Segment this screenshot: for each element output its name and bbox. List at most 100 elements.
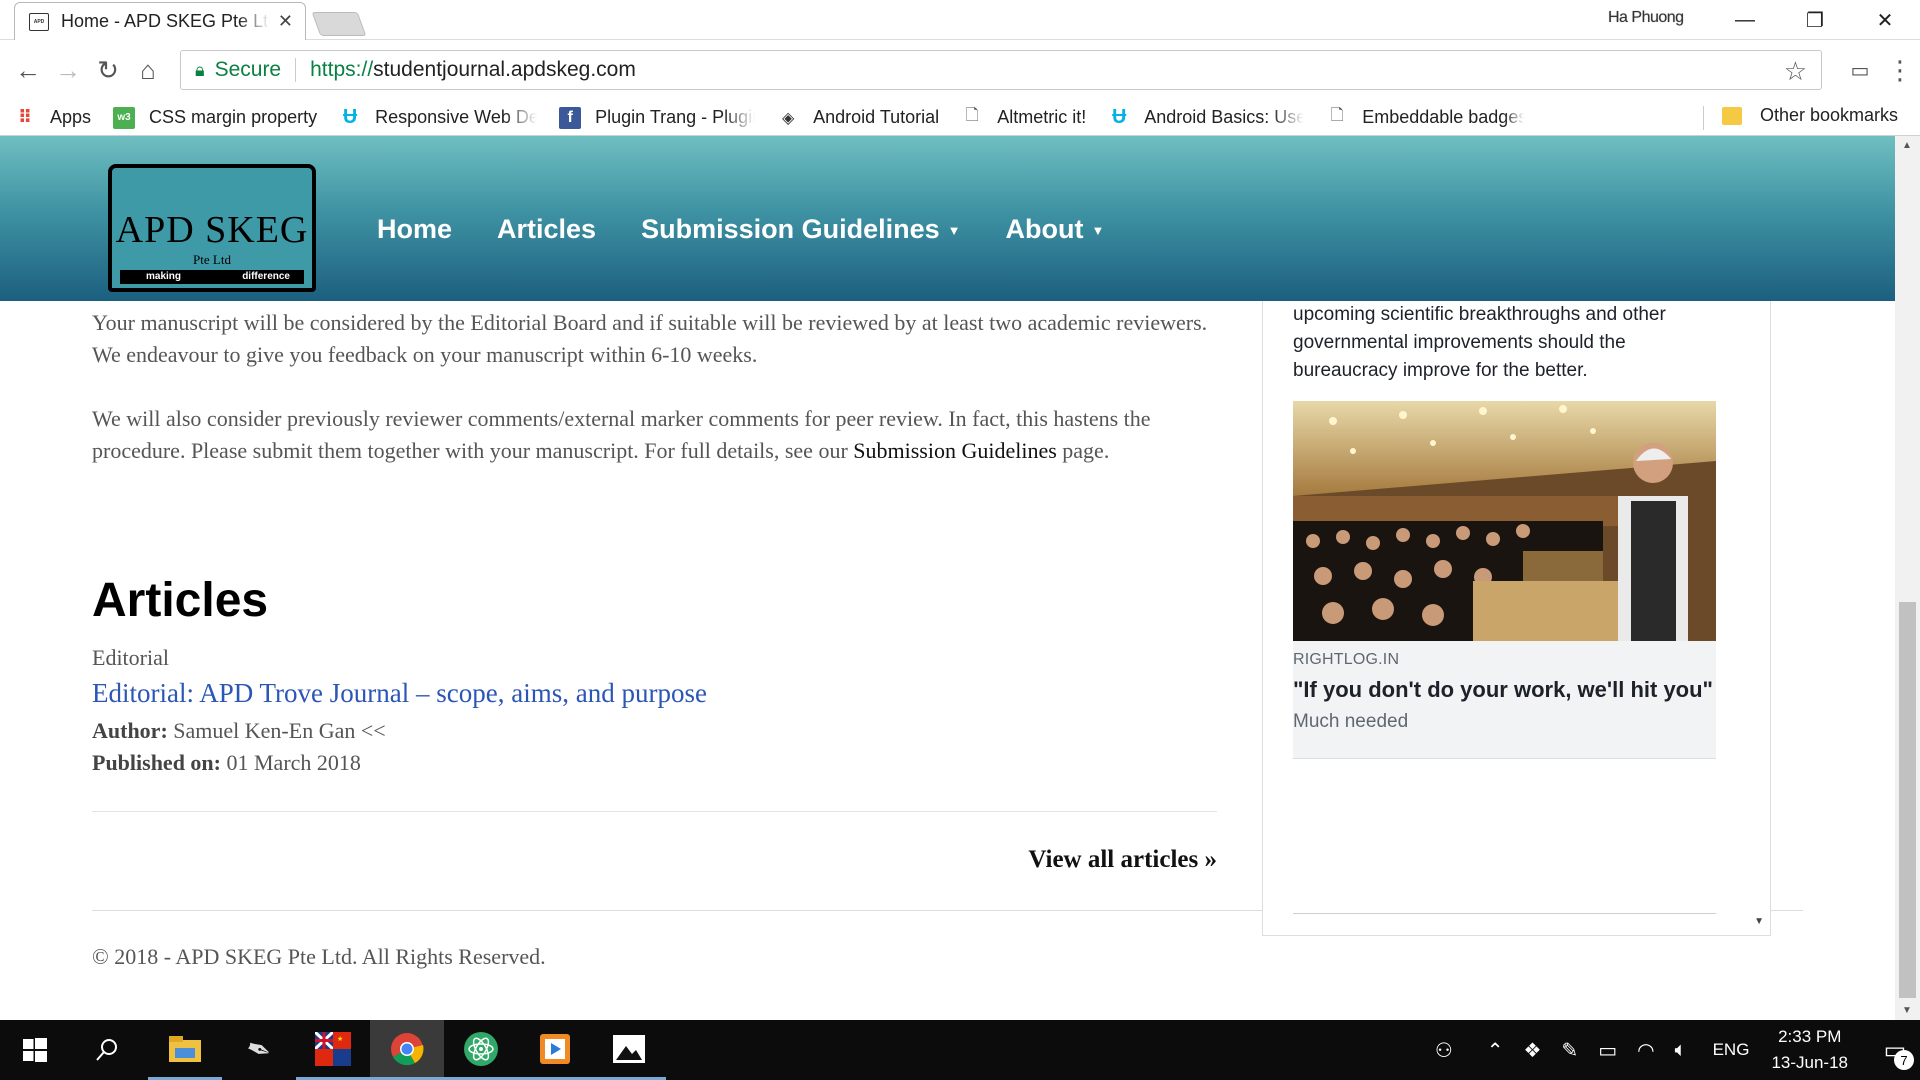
bookmark-android-basics[interactable]: Ʉ Android Basics: User — [1108, 106, 1305, 129]
nav-about[interactable]: About ▼ — [1006, 214, 1105, 245]
link-preview[interactable]: RIGHTLOG.IN "If you don't do your work, … — [1293, 641, 1716, 759]
volume-icon[interactable]: 🔈︎ — [1675, 1039, 1687, 1062]
scrollbar-thumb[interactable] — [1899, 602, 1916, 998]
new-tab-button[interactable] — [311, 12, 367, 36]
battery-icon[interactable]: ▭ — [1598, 1038, 1617, 1063]
taskbar-chrome[interactable] — [370, 1020, 444, 1080]
taskbar-pen-app[interactable]: ✒ — [222, 1020, 296, 1080]
people-icon[interactable]: ⚇ — [1435, 1038, 1453, 1063]
taskbar-photos[interactable] — [592, 1020, 666, 1080]
media-player-icon — [540, 1033, 570, 1064]
url-scheme: https:// — [310, 58, 374, 81]
chevron-up-icon[interactable]: ⌃ — [1487, 1038, 1504, 1063]
nav-articles[interactable]: Articles — [497, 214, 596, 245]
bookmark-label: Plugin Trang - Plugin — [595, 107, 756, 127]
nav-submission-label: Submission Guidelines — [641, 214, 940, 244]
back-icon[interactable]: ← — [8, 50, 48, 90]
svg-text:★: ★ — [337, 1035, 343, 1043]
browser-tab[interactable]: APD Home - APD SKEG Pte Ltd ✕ — [14, 2, 306, 40]
restore-icon[interactable]: ❐ — [1780, 0, 1850, 40]
submission-guidelines-link[interactable]: Submission Guidelines — [853, 438, 1057, 463]
page-icon: 🗋︎ — [965, 107, 979, 124]
article-author: Author: Samuel Ken-En Gan << — [92, 718, 386, 744]
bookmark-embeddable-badges[interactable]: 🗋︎ Embeddable badges — [1326, 107, 1524, 129]
page-icon: 🗋︎ — [1330, 107, 1344, 124]
pen-icon: ✒ — [241, 1030, 277, 1070]
search-button[interactable] — [70, 1020, 144, 1080]
forward-icon[interactable]: → — [48, 50, 88, 90]
published-label: Published on: — [92, 750, 221, 775]
system-tray: ⚇ ⌃ ❖ ✎ ▭ ◠ 🔈︎ ENG 2:33 PM 13-Jun-18 ▭ 7 — [1425, 1020, 1920, 1080]
bookmark-star-icon[interactable]: ☆ — [1784, 56, 1807, 87]
taskbar-atom[interactable] — [444, 1020, 518, 1080]
review-paragraph: Your manuscript will be considered by th… — [92, 310, 1208, 367]
taskbar-media-player[interactable] — [518, 1020, 592, 1080]
social-feed-widget[interactable]: upcoming scientific breakthroughs and ot… — [1262, 301, 1771, 936]
page-scrollbar[interactable]: ▲ ▼ — [1895, 136, 1920, 1020]
site-nav: Home Articles Submission Guidelines ▼ Abo… — [377, 214, 1149, 245]
published-value: 01 March 2018 — [226, 750, 361, 775]
reload-icon[interactable]: ↻ — [88, 50, 128, 90]
photos-icon — [613, 1034, 645, 1063]
close-window-icon[interactable]: ✕ — [1850, 0, 1920, 40]
folder-icon — [169, 1035, 201, 1062]
menu-dots-icon[interactable]: ⋮ — [1880, 50, 1920, 90]
scroll-up-icon[interactable]: ▲ — [1902, 140, 1912, 151]
home-icon[interactable]: ⌂ — [128, 50, 168, 90]
articles-heading: Articles — [92, 574, 269, 627]
site-logo[interactable]: APD SKEG Pte Ltd making difference — [108, 164, 316, 292]
start-button[interactable] — [0, 1020, 70, 1080]
bookmark-responsive-web[interactable]: Ʉ Responsive Web Design — [339, 106, 537, 129]
action-center-button[interactable]: ▭ 7 — [1870, 1020, 1920, 1080]
scroll-down-icon[interactable]: ▼ — [1902, 1005, 1912, 1016]
windows-taskbar: ✒ ★ ⚇ ⌃ ❖ ✎ ▭ ◠ 🔈︎ ENG 2:33 PM 13-Jun-18… — [0, 1020, 1920, 1080]
search-icon — [96, 1039, 117, 1061]
widget-divider — [1293, 913, 1716, 914]
logo-name: APD SKEG — [115, 209, 309, 251]
peer-review-paragraph: We will also consider previously reviewe… — [92, 403, 1217, 467]
taskbar-language-app[interactable]: ★ — [296, 1020, 370, 1080]
folder-icon — [1721, 106, 1742, 125]
minimize-icon[interactable]: — — [1710, 0, 1780, 40]
notification-count: 7 — [1894, 1050, 1914, 1070]
bookmark-label: Altmetric it! — [997, 107, 1087, 127]
bookmark-android-tutorial[interactable]: ◈ Android Tutorial — [777, 107, 939, 129]
pen-tray-icon[interactable]: ✎ — [1561, 1038, 1578, 1063]
bookmarks-bar: ⠿ Apps w3 CSS margin property Ʉ Responsi… — [0, 100, 1920, 136]
site-favicon-icon: APD — [29, 12, 49, 31]
widget-scroll-down-icon[interactable]: ▼ — [1754, 916, 1764, 927]
taskbar-file-explorer[interactable] — [148, 1020, 222, 1080]
bookmark-plugin-trang[interactable]: f Plugin Trang - Plugin — [559, 106, 756, 129]
view-all-articles-link[interactable]: View all articles » — [1028, 846, 1217, 874]
bookmark-css-margin[interactable]: w3 CSS margin property — [113, 106, 317, 129]
nav-home[interactable]: Home — [377, 214, 452, 245]
input-language[interactable]: ENG — [1713, 1040, 1750, 1060]
nav-submission-guidelines[interactable]: Submission Guidelines ▼ — [641, 214, 960, 245]
caret-down-icon: ▼ — [1091, 223, 1105, 239]
bookmark-label: Apps — [50, 107, 92, 127]
url-text[interactable]: https://studentjournal.apdskeg.com — [310, 58, 636, 82]
bookmark-altmetric[interactable]: 🗋︎ Altmetric it! — [961, 107, 1086, 129]
profile-name[interactable]: Ha Phuong — [1608, 9, 1684, 27]
address-bar[interactable]: 🔒︎ Secure https://studentjournal.apdskeg… — [180, 50, 1822, 90]
wifi-icon[interactable]: ◠ — [1637, 1038, 1654, 1063]
bookmark-apps[interactable]: ⠿ Apps — [14, 107, 91, 129]
other-bookmarks-label: Other bookmarks — [1759, 105, 1898, 125]
tab-title: Home - APD SKEG Pte Ltd — [61, 11, 270, 31]
url-host: studentjournal.apdskeg.com — [373, 58, 636, 81]
link-description: Much needed — [1293, 711, 1409, 732]
post-image[interactable] — [1293, 401, 1716, 641]
link-source: RIGHTLOG.IN — [1293, 651, 1400, 668]
post-text: upcoming scientific breakthroughs and ot… — [1293, 304, 1666, 381]
other-bookmarks[interactable]: Other bookmarks — [1721, 105, 1898, 126]
article-title-link[interactable]: Editorial: APD Trove Journal – scope, ai… — [92, 678, 707, 709]
clock[interactable]: 2:33 PM 13-Jun-18 — [1771, 1024, 1848, 1076]
dropbox-icon[interactable]: ❖ — [1524, 1038, 1542, 1063]
close-tab-icon[interactable]: ✕ — [278, 11, 293, 32]
logo-tagline: making difference — [120, 270, 304, 284]
bookmark-label: Android Basics: User — [1144, 107, 1305, 127]
footer-copyright: © 2018 - APD SKEG Pte Ltd. All Rights Re… — [92, 944, 546, 969]
post-photo — [1293, 401, 1716, 641]
atom-icon — [464, 1031, 498, 1066]
cast-icon[interactable]: ▭ — [1840, 50, 1880, 90]
